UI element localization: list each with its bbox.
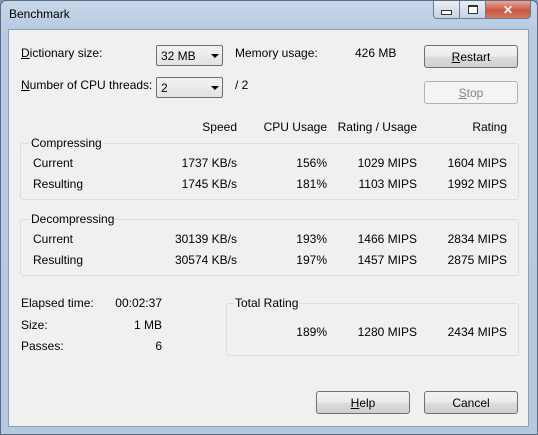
cpu-threads-total: / 2 (235, 78, 249, 92)
speed-value: 30139 KB/s (174, 232, 237, 246)
cancel-button[interactable]: Cancel (424, 391, 518, 414)
maximize-button[interactable] (460, 1, 486, 19)
rating-usage-value: 1457 MIPS (357, 253, 417, 267)
total-rating-title: Total Rating (234, 296, 300, 310)
rating-value: 2875 MIPS (447, 253, 507, 267)
title-bar[interactable]: Benchmark ✕ (1, 1, 537, 27)
rating-value: 2834 MIPS (447, 232, 507, 246)
column-header-speed: Speed (202, 120, 237, 134)
cpu-usage-value: 156% (296, 156, 327, 170)
rating-usage-value: 1466 MIPS (357, 232, 417, 246)
speed-value: 30574 KB/s (174, 253, 237, 267)
decompressing-group (20, 219, 519, 276)
passes-label: Passes: (21, 339, 64, 353)
compressing-group (20, 143, 519, 200)
elapsed-time-value: 00:02:37 (115, 296, 162, 310)
row-label: Current (33, 232, 74, 246)
total-rating-usage-value: 1280 MIPS (357, 325, 417, 339)
help-button[interactable]: Help (316, 391, 410, 414)
decompressing-title: Decompressing (30, 212, 116, 226)
maximize-icon (467, 5, 478, 14)
total-cpu-usage-value: 189% (296, 325, 327, 339)
speed-value: 1737 KB/s (181, 156, 237, 170)
passes-value: 6 (155, 339, 162, 353)
stop-button[interactable]: Stop (424, 81, 518, 104)
rating-usage-value: 1103 MIPS (358, 177, 417, 191)
restart-button[interactable]: Restart (424, 45, 518, 68)
column-header-cpu-usage: CPU Usage (263, 120, 327, 134)
column-header-rating-usage: Rating / Usage (337, 120, 417, 134)
cpu-threads-value: 2 (161, 81, 168, 95)
cpu-threads-select[interactable]: 2 (156, 77, 223, 98)
minimize-button[interactable] (433, 1, 460, 19)
column-header-rating: Rating (472, 120, 507, 134)
cpu-threads-label: Number of CPU threads: (21, 78, 153, 92)
rating-value: 1992 MIPS (447, 177, 507, 191)
dictionary-size-label: Dictionary size: (21, 46, 103, 60)
cpu-usage-value: 193% (296, 232, 327, 246)
rating-value: 1604 MIPS (447, 156, 507, 170)
window-controls: ✕ (433, 1, 531, 19)
cpu-usage-value: 197% (296, 253, 327, 267)
elapsed-time-label: Elapsed time: (21, 296, 94, 310)
dialog-body: Dictionary size: 32 MB Memory usage: 426… (8, 29, 529, 427)
close-button[interactable]: ✕ (486, 1, 531, 19)
cpu-usage-value: 181% (296, 177, 327, 191)
total-rating-value: 2434 MIPS (447, 325, 507, 339)
close-icon: ✕ (502, 2, 514, 17)
size-value: 1 MB (133, 318, 162, 332)
row-label: Current (33, 156, 74, 170)
row-label: Resulting (33, 177, 84, 191)
rating-usage-value: 1029 MIPS (357, 156, 417, 170)
dictionary-size-value: 32 MB (161, 49, 196, 63)
row-label: Resulting (33, 253, 84, 267)
compressing-title: Compressing (30, 136, 103, 150)
dictionary-size-select[interactable]: 32 MB (156, 45, 223, 66)
minimize-icon (441, 10, 452, 15)
benchmark-window: Benchmark ✕ Dictionary size: 32 MB Memor… (0, 0, 538, 435)
memory-usage-label: Memory usage: (235, 46, 318, 60)
memory-usage-value: 426 MB (355, 46, 397, 60)
speed-value: 1745 KB/s (181, 177, 237, 191)
window-title: Benchmark (9, 7, 70, 21)
size-label: Size: (21, 318, 48, 332)
chevron-down-icon (211, 54, 219, 58)
chevron-down-icon (211, 86, 219, 90)
